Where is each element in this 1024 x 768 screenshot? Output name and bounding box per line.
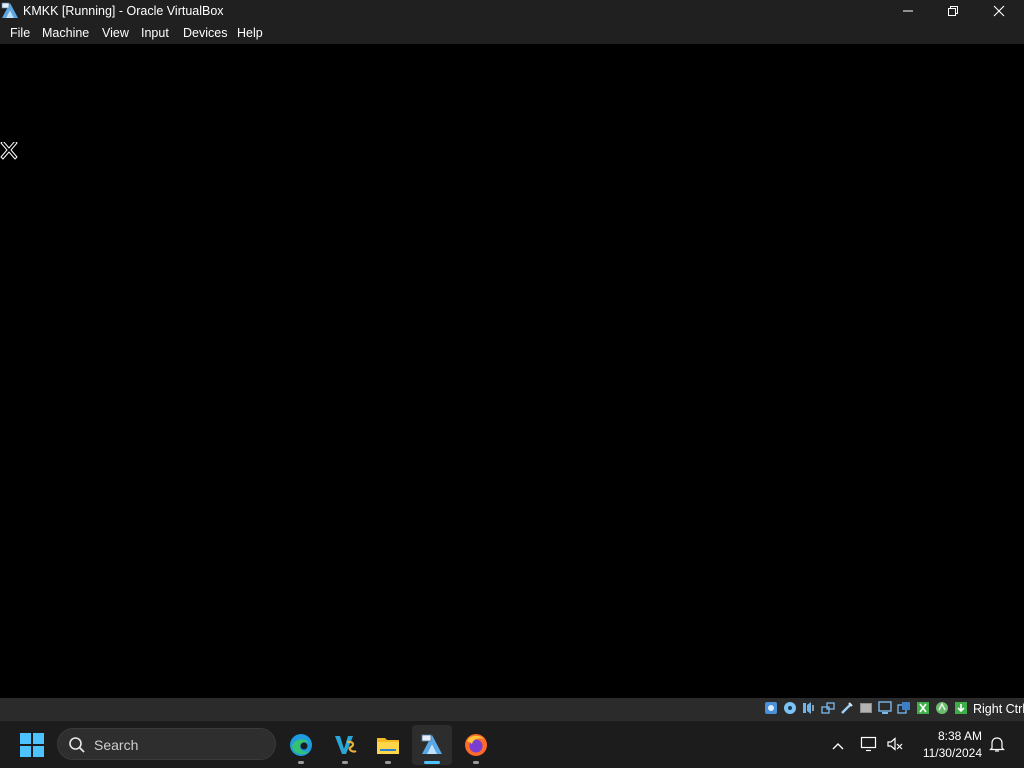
windows-logo-icon	[20, 733, 44, 757]
virtualization-icon[interactable]	[916, 701, 930, 715]
edge-icon	[290, 734, 312, 756]
virtualbox-app-icon	[1, 2, 19, 20]
close-button[interactable]	[976, 0, 1022, 23]
recording-icon[interactable]	[897, 701, 911, 715]
visual-studio-icon	[335, 736, 357, 754]
virtualbox-icon	[421, 734, 442, 754]
network-status-button[interactable]	[860, 735, 878, 758]
window-titlebar[interactable]: KMKK [Running] - Oracle VirtualBox	[0, 0, 1024, 23]
clock-time[interactable]: 8:38 AM	[914, 729, 982, 743]
chevron-up-icon	[832, 743, 844, 750]
taskbar-edge[interactable]	[281, 725, 321, 765]
menu-file[interactable]: File	[10, 26, 30, 41]
vm-status-bar: Right Ctrl	[0, 698, 1024, 720]
firefox-icon	[465, 734, 487, 756]
search-label: Search	[94, 737, 139, 753]
menu-devices[interactable]: Devices	[183, 26, 227, 41]
display-icon[interactable]	[878, 701, 892, 715]
minimize-icon	[903, 10, 913, 12]
ethernet-monitor-icon	[860, 736, 877, 752]
window-title: KMKK [Running] - Oracle VirtualBox	[23, 4, 224, 18]
visual-studio-running-indicator	[342, 761, 348, 764]
network-icon[interactable]	[821, 701, 835, 715]
taskbar-search-box[interactable]: Search	[57, 728, 276, 760]
host-key-label[interactable]: Right Ctrl	[973, 702, 1024, 716]
minimize-button[interactable]	[885, 0, 931, 23]
taskbar: Search 8:38 AM 11/30/2024	[0, 720, 1024, 768]
virtualbox-active-indicator	[424, 761, 440, 764]
close-icon	[993, 5, 1005, 17]
menu-view[interactable]: View	[102, 26, 129, 41]
file-explorer-running-indicator	[385, 761, 391, 764]
start-button[interactable]	[20, 733, 44, 762]
taskbar-virtualbox[interactable]	[412, 725, 452, 765]
menu-machine[interactable]: Machine	[42, 26, 89, 41]
restore-button[interactable]	[930, 0, 976, 23]
menu-help[interactable]: Help	[237, 26, 263, 41]
usb-icon[interactable]	[840, 701, 854, 715]
shared-folders-icon[interactable]	[859, 701, 873, 715]
hard-disk-icon[interactable]	[764, 701, 778, 715]
audio-icon[interactable]	[802, 701, 816, 715]
taskbar-visual-studio[interactable]	[325, 725, 365, 765]
bell-icon	[989, 737, 1005, 752]
taskbar-firefox[interactable]	[456, 725, 496, 765]
mouse-integration-icon[interactable]	[935, 701, 949, 715]
show-hidden-icons-button[interactable]	[831, 738, 845, 756]
restore-icon	[948, 6, 958, 16]
menu-input[interactable]: Input	[141, 26, 169, 41]
volume-button[interactable]	[886, 735, 904, 758]
firefox-running-indicator	[473, 761, 479, 764]
search-icon	[69, 737, 85, 753]
x-cursor-icon	[0, 142, 18, 160]
keyboard-capture-icon[interactable]	[954, 701, 968, 715]
menu-bar: File Machine View Input Devices Help	[0, 23, 1024, 44]
vm-display[interactable]	[0, 44, 1024, 698]
edge-running-indicator	[298, 761, 304, 764]
taskbar-file-explorer[interactable]	[368, 725, 408, 765]
file-explorer-icon	[377, 738, 399, 754]
volume-muted-icon	[887, 737, 903, 751]
optical-drive-icon[interactable]	[783, 701, 797, 715]
notifications-button[interactable]	[988, 735, 1006, 758]
clock-date[interactable]: 11/30/2024	[914, 746, 982, 760]
